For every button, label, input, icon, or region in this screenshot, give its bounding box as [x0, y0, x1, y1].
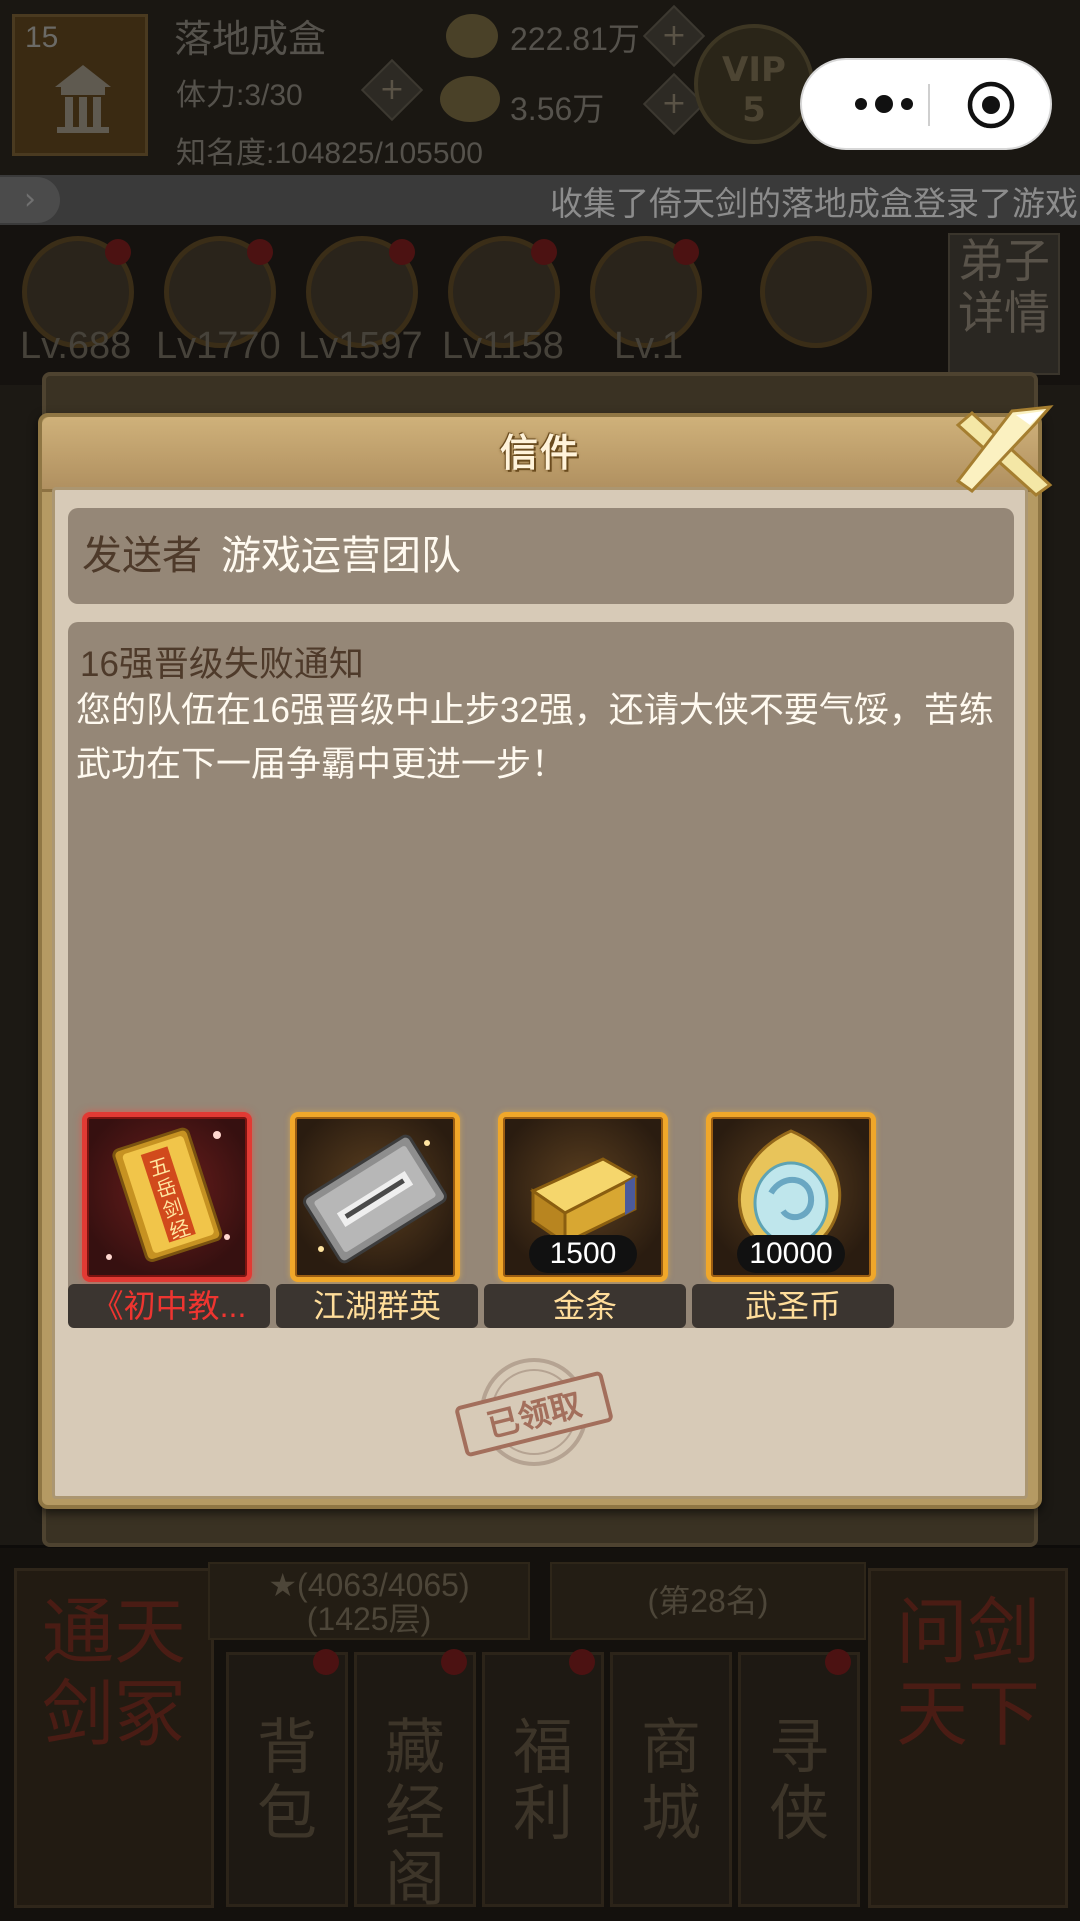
nav-welfare[interactable]: 福利	[482, 1649, 604, 1907]
player-avatar[interactable]: 15	[12, 14, 148, 156]
hero-level-5: Lv.1	[614, 325, 684, 367]
hero-level-3: Lv1597	[298, 325, 423, 367]
vip-badge[interactable]: VIP 5	[694, 24, 814, 144]
dialog-title: 信件	[499, 430, 580, 475]
marquee-arrow-icon[interactable]: ›	[0, 177, 60, 223]
gold-amount: 3.56万	[510, 91, 605, 127]
notification-dot	[389, 239, 415, 265]
reward-item-4[interactable]: 10000	[706, 1112, 876, 1282]
capsule-divider	[928, 84, 930, 126]
nav-label: 商城	[641, 1713, 701, 1849]
marquee-text: 收集了倚天剑的落地成盒登录了游戏	[550, 185, 1078, 222]
more-dots-icon[interactable]	[838, 60, 930, 148]
mini-program-capsule	[800, 58, 1052, 150]
message-body: 您的队伍在16强晋级中止步32强，还请大侠不要气馁，苦练武功在下一届争霸中更进一…	[76, 691, 994, 784]
notification-dot	[825, 1649, 851, 1675]
message-subject: 16强晋级失败通知	[80, 645, 364, 684]
nav-label: 藏经阁	[385, 1713, 445, 1915]
sender-name: 游戏运营团队	[221, 534, 461, 578]
house-icon	[55, 65, 111, 133]
wenjian-tianxia-button[interactable]: 问剑天下	[868, 1568, 1068, 1908]
target-circle-icon[interactable]	[966, 80, 1016, 130]
tongtian-sword-tomb-button[interactable]: 通天剑冢	[14, 1568, 214, 1908]
nav-label: 背包	[257, 1713, 317, 1849]
gold-ingot-icon	[440, 76, 500, 122]
hero-level-4: Lv1158	[442, 325, 564, 367]
reward-name-3: 金条	[484, 1284, 686, 1328]
stamp-seal-icon: 已领取	[455, 1358, 613, 1466]
dialog-header: 信件	[42, 417, 1038, 492]
nav-label: 寻侠	[769, 1713, 829, 1849]
stamina-text: 体力:3/30	[176, 79, 303, 112]
notification-dot	[531, 239, 557, 265]
disciple-details-tab[interactable]: 弟子详情	[948, 233, 1060, 375]
reward-item-1[interactable]: 五 岳 剑 经	[82, 1112, 252, 1282]
notification-dot	[441, 1649, 467, 1675]
claimed-stamp: 已领取	[452, 1356, 616, 1468]
player-level: 15	[25, 21, 59, 54]
reward-name-1: 《初中教...	[68, 1284, 270, 1328]
notification-dot	[673, 239, 699, 265]
nav-scripture-library[interactable]: 藏经阁	[354, 1649, 476, 1913]
notification-dot	[313, 1649, 339, 1675]
fame-text: 知名度:104825/105500	[176, 137, 483, 170]
player-name: 落地成盒	[174, 19, 327, 61]
hero-level-2: Lv1770	[156, 325, 281, 367]
reward-name-4: 武圣币	[692, 1284, 894, 1328]
tower-progress[interactable]: ★(4063/4065) (1425层)	[208, 1562, 530, 1640]
reward-name-2: 江湖群英	[276, 1284, 478, 1328]
nav-seek-hero[interactable]: 寻侠	[738, 1649, 860, 1907]
notification-dot	[247, 239, 273, 265]
reward-quantity-3: 1500	[529, 1235, 637, 1273]
nav-backpack[interactable]: 背包	[226, 1649, 348, 1907]
sender-box: 发送者 游戏运营团队	[68, 508, 1014, 604]
silver-token-card-icon	[303, 1134, 447, 1264]
notification-dot	[105, 239, 131, 265]
nav-label: 福利	[513, 1713, 573, 1849]
silver-ingot-icon	[446, 14, 498, 58]
sender-label: 发送者	[82, 534, 202, 578]
ranking-info[interactable]: (第28名)	[550, 1562, 866, 1640]
close-icon[interactable]	[952, 405, 1056, 497]
reward-item-2[interactable]	[290, 1112, 460, 1282]
vip-level: 5	[742, 90, 766, 130]
nav-shop[interactable]: 商城	[610, 1652, 732, 1907]
hero-portrait-6[interactable]	[760, 236, 872, 348]
vip-label: VIP	[722, 50, 786, 90]
silver-amount: 222.81万	[510, 21, 640, 57]
golden-scripture-book-icon: 五 岳 剑 经	[106, 1127, 230, 1262]
hero-level-1: Lv.688	[20, 325, 132, 367]
notification-dot	[569, 1649, 595, 1675]
reward-quantity-4: 10000	[737, 1235, 845, 1273]
reward-item-3[interactable]: 1500	[498, 1112, 668, 1282]
announcement-marquee: › 收集了倚天剑的落地成盒登录了游戏	[0, 175, 1080, 225]
